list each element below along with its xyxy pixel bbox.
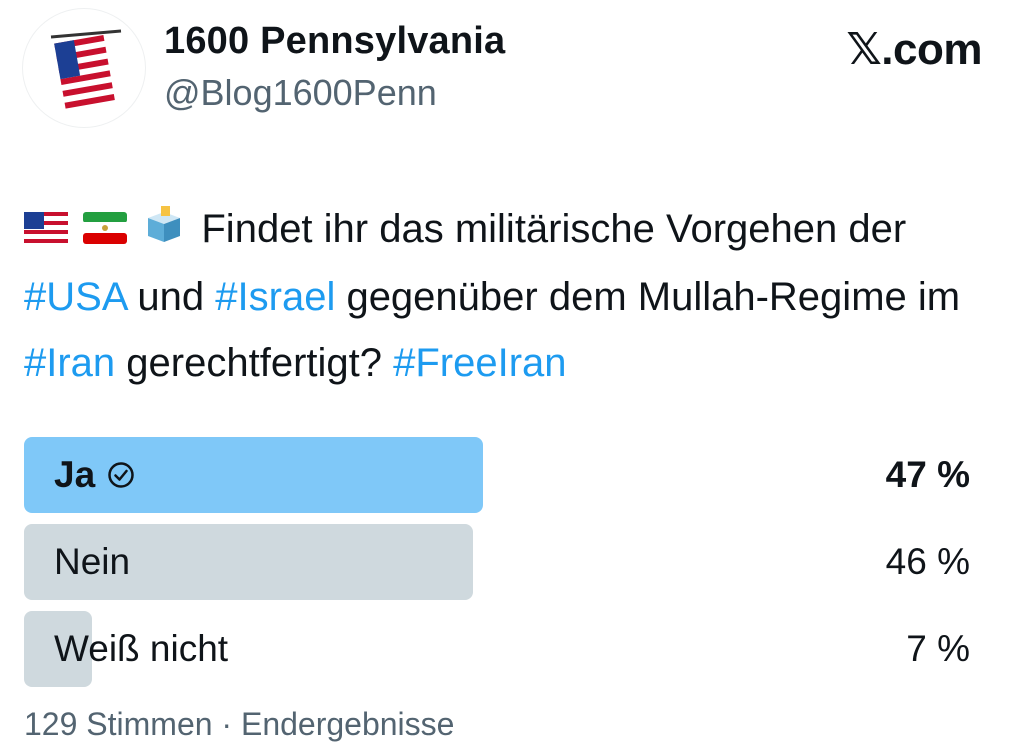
ballot-box-icon [142, 198, 186, 264]
iran-flag-icon [83, 198, 128, 264]
tweet-segment: gerechtfertigt? [115, 341, 394, 386]
display-name[interactable]: 1600 Pennsylvania [164, 20, 505, 63]
poll-option: Nein 46 % [24, 524, 970, 600]
avatar[interactable] [22, 8, 146, 128]
poll-option-percent: 7 % [906, 628, 970, 669]
us-flag-icon [50, 29, 122, 117]
poll-option-percent: 47 % [885, 454, 970, 495]
poll-option-label-wrap: Weiß nicht [54, 611, 228, 687]
hashtag-link[interactable]: #USA [24, 275, 126, 319]
tweet-header: 1600 Pennsylvania @Blog1600Penn 𝕏.com [0, 0, 1024, 140]
poll: Ja 47 % Nein 46 % Weiß nicht 7 % [24, 437, 970, 698]
hashtag-link[interactable]: #Iran [24, 341, 115, 385]
tweet-text: Findet ihr das militärische Vorgehen der… [24, 196, 984, 396]
check-circle-icon [108, 462, 134, 488]
user-handle[interactable]: @Blog1600Penn [164, 72, 437, 114]
x-brand-logo[interactable]: 𝕏.com [846, 24, 982, 75]
poll-option-label: Weiß nicht [54, 628, 229, 669]
poll-option: Weiß nicht 7 % [24, 611, 970, 687]
tweet-segment: Findet ihr das militärische Vorgehen der [201, 207, 907, 251]
poll-option-label: Nein [54, 541, 131, 582]
poll-footer: 129 Stimmen · Endergebnisse [24, 706, 455, 742]
poll-option: Ja 47 % [24, 437, 970, 513]
poll-option-label-wrap: Nein [54, 524, 130, 600]
hashtag-link[interactable]: #FreeIran [393, 341, 566, 385]
tweet-segment: gegenüber dem Mullah-Regime im [335, 275, 961, 320]
hashtag-link[interactable]: #Israel [215, 275, 335, 319]
tweet-segment: und [126, 275, 216, 320]
poll-option-label: Ja [54, 454, 96, 495]
us-flag-icon [24, 198, 68, 264]
poll-option-label-wrap: Ja [54, 437, 135, 513]
poll-option-percent: 46 % [885, 541, 970, 582]
